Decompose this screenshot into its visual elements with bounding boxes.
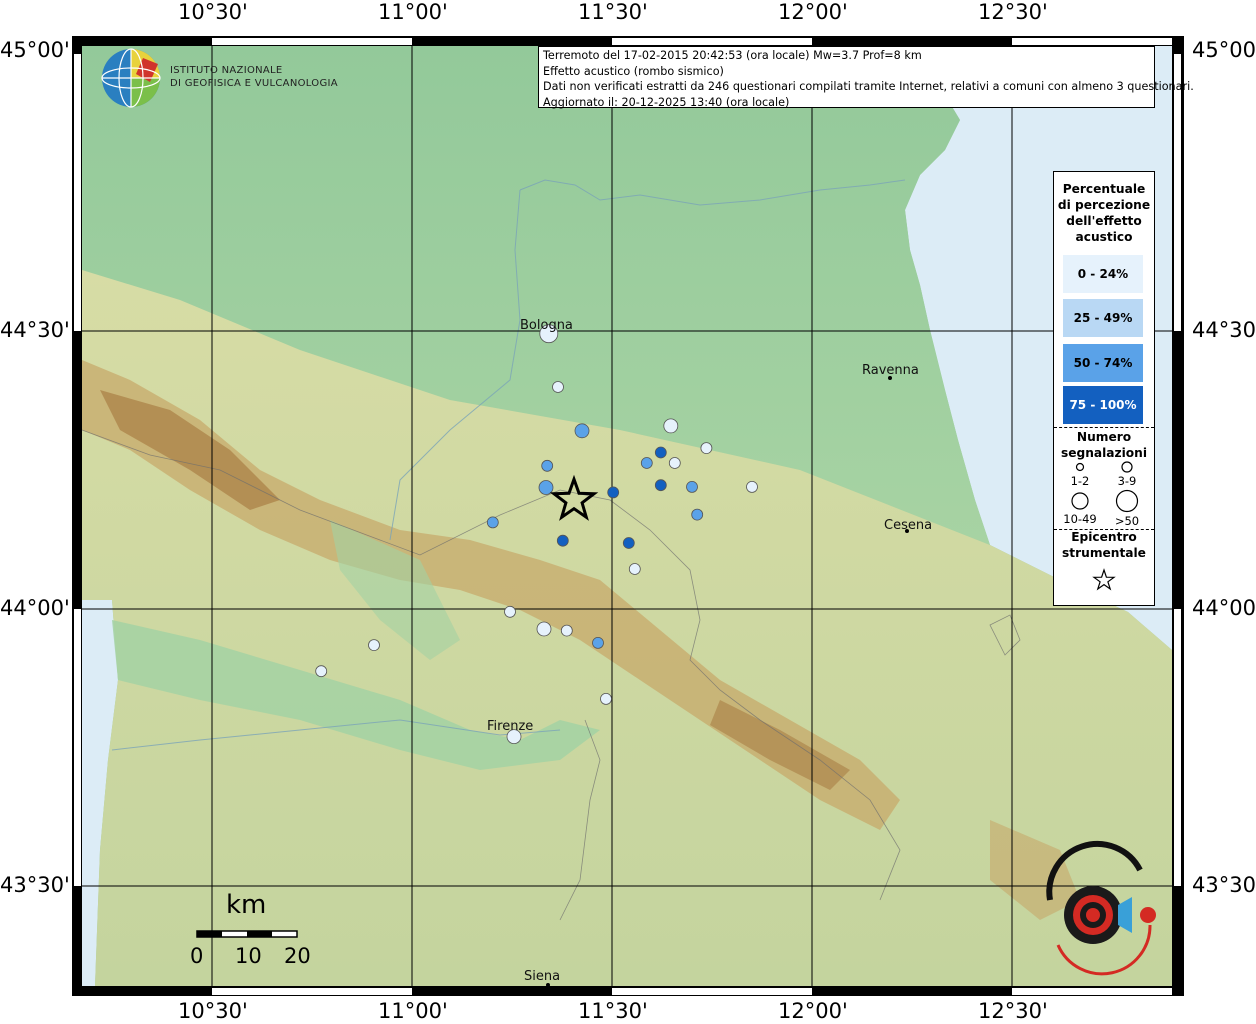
city-label-siena: Siena [524,969,561,984]
lat-label-left-3: 44°00' [0,596,70,620]
observation-point [574,423,590,439]
observation-point [691,508,704,521]
observation-point [486,516,499,529]
observation-point [700,442,713,455]
city-label-firenze: Firenze [487,719,534,734]
lon-label-top-3: 11°30' [578,0,648,24]
lon-label-top-4: 12°00' [778,0,848,24]
observation-point [668,457,681,469]
observation-point [556,534,569,547]
legend-perc-title-3: dell'effetto [1066,214,1142,228]
scale-bar [196,930,298,938]
city-label-cesena: Cesena [884,518,933,533]
legend-perc-title-2: di percezione [1057,198,1151,212]
lon-label-bottom-1: 10°30' [178,999,248,1023]
lon-label-bottom-2: 11°00' [378,999,448,1023]
ingv-name: ISTITUTO NAZIONALE DI GEOFISICA E VULCAN… [170,64,338,90]
observation-point [541,459,554,472]
observation-point [622,537,635,549]
legend-size-50: >50 [1114,514,1140,528]
legend-star-icon [1092,568,1116,591]
observation-point [628,563,641,575]
legend-size-3-9: 3-9 [1117,474,1137,488]
legend-perc-title-4: acustico [1075,230,1133,244]
city-label-bologna: Bologna [520,318,573,333]
ingv-name-line1: ISTITUTO NAZIONALE [170,65,283,76]
ingv-logo [101,48,161,108]
legend-size-10-49: 10-49 [1063,512,1097,526]
legend-size-1-2: 1-2 [1070,474,1090,488]
legend-epi-title-2: strumentale [1062,546,1146,560]
legend-class-0-24: 0 - 24% [1063,255,1143,293]
event-data-note: Dati non verificati estratti da 246 ques… [543,80,1194,93]
ingv-name-line2: DI GEOFISICA E VULCANOLOGIA [170,78,338,89]
observation-point [315,665,328,678]
event-effect: Effetto acustico (rombo sismico) [543,64,724,78]
legend-panel: Percentuale di percezione dell'effetto a… [1053,171,1155,606]
observation-point [560,624,573,637]
legend-class-25-49: 25 - 49% [1063,299,1143,337]
legend-separator [1054,427,1154,428]
scale-title: km [226,890,267,920]
observation-point [654,446,667,459]
observation-point [654,479,667,492]
observation-point [686,480,698,493]
lon-label-top-5: 12°30' [978,0,1048,24]
event-updated: Aggiornato il: 20-12-2025 13:40 (ora loc… [543,95,790,109]
legend-class-50-74: 50 - 74% [1063,344,1143,382]
observation-point [592,637,604,649]
lon-label-bottom-4: 12°00' [778,999,848,1023]
lat-label-right-2: 44°30' [1192,318,1256,342]
scale-tick-20: 20 [284,944,311,968]
event-info-box: Terremoto del 17-02-2015 20:42:53 (ora l… [538,46,1194,109]
observation-point [600,693,612,705]
observation-point [663,418,679,434]
terrain [82,46,1172,986]
legend-perc-title-1: Percentuale [1062,182,1146,196]
lat-label-right-4: 43°30' [1192,873,1256,897]
lat-label-right-3: 44°00' [1192,596,1256,620]
scale-tick-0: 0 [190,944,204,968]
observation-point [640,457,653,469]
event-title: Terremoto del 17-02-2015 20:42:53 (ora l… [543,49,922,62]
legend-epi-title-1: Epicentro [1071,530,1137,544]
lat-label-right-1: 45°00' [1192,38,1256,62]
observation-point [552,381,564,393]
observation-point [746,480,758,493]
observation-point [504,605,516,618]
legend-class-75-100: 75 - 100% [1063,386,1143,424]
observation-point [368,639,380,651]
lon-label-bottom-3: 11°30' [578,999,648,1023]
observation-point [536,621,552,637]
legend-num-title-1: Numero [1076,430,1132,444]
lat-label-left-4: 43°30' [0,873,70,897]
legend-num-title-2: segnalazioni [1060,446,1148,460]
lat-label-left-1: 45°00' [0,38,70,62]
lat-label-left-2: 44°30' [0,318,70,342]
scale-tick-10: 10 [235,944,262,968]
lon-label-top-2: 11°00' [378,0,448,24]
lon-label-top-1: 10°30' [178,0,248,24]
lon-label-bottom-5: 12°30' [978,999,1048,1023]
observation-point [607,486,620,499]
city-label-ravenna: Ravenna [862,363,919,378]
